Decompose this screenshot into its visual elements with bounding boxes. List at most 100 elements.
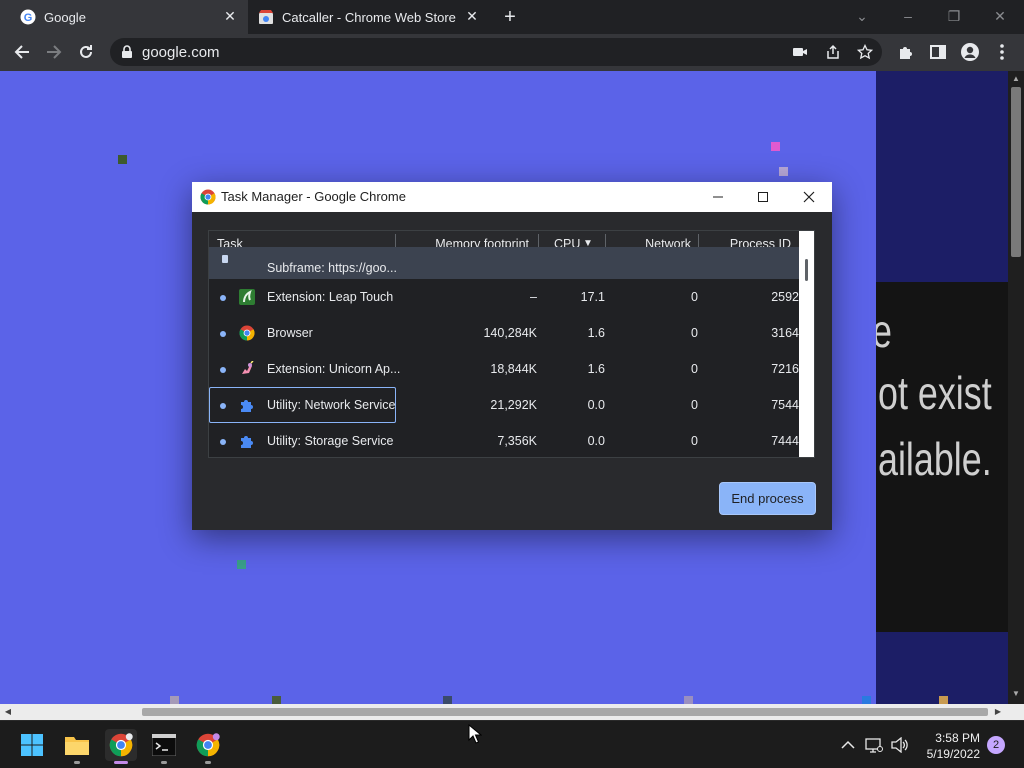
confetti-speck [684, 696, 693, 704]
camera-icon[interactable] [792, 44, 808, 60]
network-value: 0 [691, 326, 698, 340]
forward-button[interactable] [44, 42, 64, 62]
show-hidden-icons-chevron-icon[interactable] [838, 735, 858, 755]
task-name: Utility: Storage Service [267, 434, 394, 448]
scrollbar-corner [1008, 704, 1024, 720]
tab-title: Catcaller - Chrome Web Store [282, 10, 456, 25]
cpu-value: 1.6 [587, 362, 605, 376]
start-button[interactable] [16, 729, 48, 761]
table-scroll-thumb[interactable] [805, 259, 808, 281]
chrome-web-store-icon [259, 10, 273, 24]
reload-button[interactable] [76, 42, 96, 62]
process-id-value: 7216 [771, 362, 799, 376]
confetti-speck [272, 696, 281, 704]
table-row[interactable]: Utility: Network Service 21,292K 0.0 0 7… [209, 387, 799, 423]
puzzle-icon [241, 436, 253, 448]
table-row[interactable]: Subframe: https://goo... [209, 247, 799, 279]
volume-icon[interactable] [890, 735, 910, 755]
confetti-speck [771, 142, 780, 151]
share-icon[interactable] [825, 44, 841, 60]
confetti-speck [443, 696, 452, 704]
horizontal-scroll-thumb[interactable] [142, 708, 988, 716]
side-panel-button[interactable] [928, 42, 948, 62]
back-button[interactable] [12, 42, 32, 62]
subframe-icon [222, 255, 228, 263]
task-name: Subframe: https://goo... [267, 261, 397, 275]
tm-minimize-icon[interactable] [708, 187, 728, 207]
extensions-button[interactable] [896, 42, 916, 62]
table-row[interactable]: Extension: Unicorn Ap... 18,844K 1.6 0 7… [209, 351, 799, 387]
error-text-line: e [876, 304, 892, 358]
minimize-icon[interactable]: – [898, 6, 918, 26]
tab-google[interactable]: G Google ✕ [0, 0, 248, 34]
svg-text:G: G [24, 12, 33, 24]
table-row[interactable]: Browser 140,284K 1.6 0 3164 [209, 315, 799, 351]
table-bottom-edge [209, 457, 799, 458]
taskbar-file-explorer[interactable] [61, 729, 93, 764]
table-vertical-scrollbar[interactable] [799, 231, 814, 457]
vertical-scroll-thumb[interactable] [1011, 87, 1021, 257]
tab-close-icon[interactable]: ✕ [464, 8, 480, 24]
puzzle-piece-icon [900, 47, 912, 59]
running-indicator [74, 761, 80, 764]
reload-icon [80, 45, 92, 58]
unicorn-icon [242, 361, 254, 374]
table-row[interactable]: Extension: Leap Touch – 17.1 0 2592 [209, 279, 799, 315]
tab-search-chevron-icon[interactable]: ⌄ [852, 6, 872, 26]
task-name: Utility: Network Service [267, 398, 396, 412]
taskbar-clock[interactable]: 3:58 PM 5/19/2022 [916, 730, 980, 762]
chrome-menu-button[interactable] [992, 42, 1012, 62]
folder-icon [65, 737, 89, 755]
end-process-button[interactable]: End process [719, 482, 816, 515]
leap-touch-icon [239, 289, 255, 305]
error-text-line: ot exist [878, 367, 992, 419]
browser-toolbar: google.com [0, 34, 1024, 71]
process-id-value: 7444 [771, 434, 799, 448]
network-icon[interactable] [864, 735, 884, 755]
confetti-speck [862, 696, 871, 704]
tm-maximize-icon[interactable] [753, 187, 773, 207]
running-indicator [114, 761, 128, 764]
task-manager-titlebar[interactable]: Task Manager - Google Chrome [192, 182, 832, 212]
table-row[interactable]: Utility: Storage Service 7,356K 0.0 0 74… [209, 423, 799, 457]
close-window-icon[interactable]: ✕ [990, 6, 1010, 26]
address-bar[interactable]: google.com [110, 38, 882, 66]
row-bullet [220, 295, 226, 301]
restore-icon[interactable]: ❐ [944, 6, 964, 26]
scroll-down-arrow-icon[interactable]: ▼ [1011, 689, 1021, 699]
tm-close-icon[interactable] [799, 187, 819, 207]
taskbar-chrome-profile[interactable] [192, 729, 224, 764]
taskbar-terminal[interactable] [148, 729, 180, 764]
lock-icon[interactable] [120, 45, 134, 59]
windows-logo-icon [21, 734, 43, 756]
tab-catcaller[interactable]: Catcaller - Chrome Web Store ✕ [250, 0, 490, 34]
running-indicator [161, 761, 167, 764]
notification-badge[interactable]: 2 [987, 736, 1005, 754]
profile-button[interactable] [960, 42, 980, 62]
url-text: google.com [142, 44, 220, 61]
scroll-up-arrow-icon[interactable]: ▲ [1011, 74, 1021, 84]
scroll-left-arrow-icon[interactable]: ◀ [3, 707, 13, 717]
confetti-speck [237, 560, 246, 569]
tab-title: Google [44, 10, 86, 25]
new-tab-plus-icon[interactable]: + [500, 7, 520, 27]
puzzle-icon [241, 400, 253, 412]
cpu-value: 0.0 [587, 398, 605, 412]
process-id-value: 2592 [771, 290, 799, 304]
memory-value: 7,356K [497, 434, 537, 448]
taskbar-chrome[interactable] [105, 729, 137, 764]
process-id-value: 7544 [771, 398, 799, 412]
page-horizontal-scrollbar[interactable]: ◀ ▶ [0, 704, 1008, 720]
bookmark-star-icon[interactable] [857, 44, 873, 60]
confetti-speck [939, 696, 948, 704]
process-table[interactable]: Task Memory footprint CPU ▼ Network Proc… [208, 230, 815, 458]
scroll-right-arrow-icon[interactable]: ▶ [993, 707, 1003, 717]
memory-value: – [530, 290, 537, 304]
network-value: 0 [691, 398, 698, 412]
page-vertical-scrollbar[interactable]: ▲ ▼ [1008, 71, 1024, 704]
tab-close-icon[interactable]: ✕ [222, 8, 238, 24]
error-text-line: ailable. [878, 433, 992, 485]
chrome-icon [109, 733, 133, 757]
network-value: 0 [691, 434, 698, 448]
row-bullet [220, 367, 226, 373]
